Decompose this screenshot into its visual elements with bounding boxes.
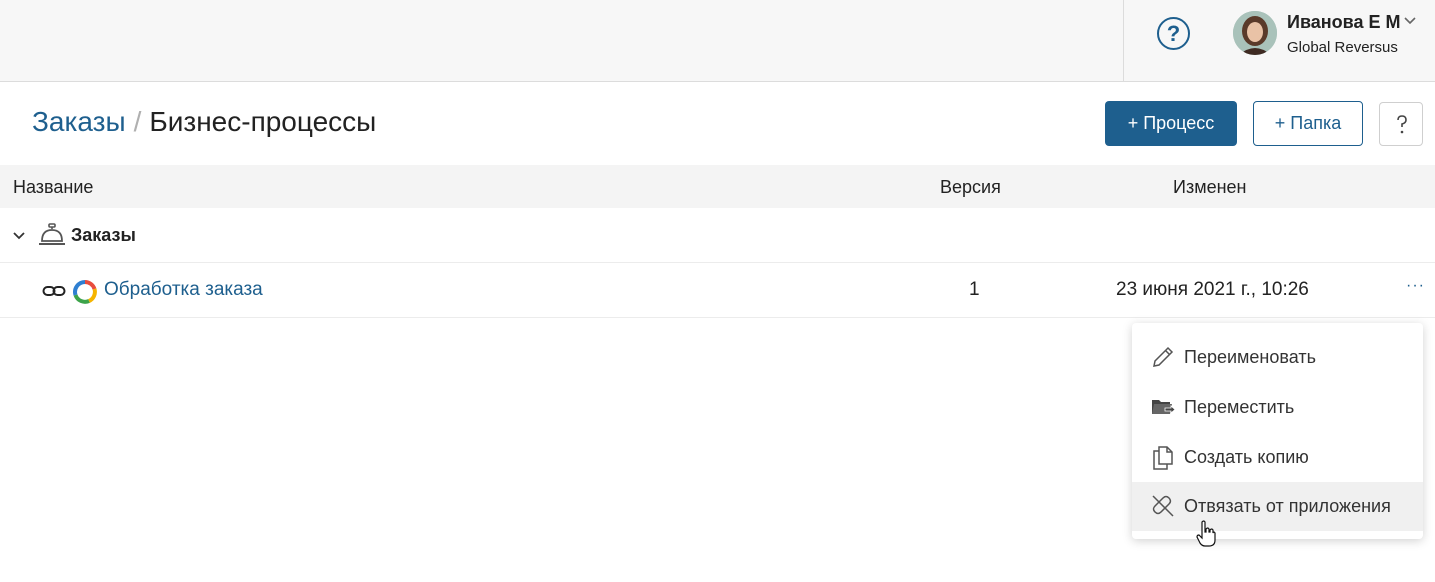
menu-item-label: Создать копию [1184,447,1309,467]
topbar-divider [1123,0,1124,82]
menu-item-move[interactable]: Переместить [1132,383,1423,432]
hand-cursor-icon [1196,520,1216,547]
breadcrumb-parent[interactable]: Заказы [32,106,126,137]
menu-item-copy[interactable]: Создать копию [1132,433,1423,482]
breadcrumb: Заказы / Бизнес-процессы [32,106,376,138]
unlink-icon [1152,495,1174,517]
breadcrumb-separator: / [133,106,142,137]
copy-icon [1153,446,1173,470]
menu-item-label: Переименовать [1184,347,1316,367]
menu-item-rename[interactable]: Переименовать [1132,333,1423,382]
group-label: Заказы [71,225,136,245]
user-org: Global Reversus [1287,39,1398,56]
pencil-icon [1153,346,1174,367]
more-actions-button[interactable]: ··· [1406,277,1425,295]
process-modified: 23 июня 2021 г., 10:26 [1116,279,1309,300]
context-menu: Переименовать Переместить Создать копию … [1132,323,1423,539]
question-circle-icon[interactable]: ? [1157,17,1190,50]
folder-move-icon [1152,400,1176,414]
avatar[interactable] [1233,11,1277,55]
menu-item-unlink[interactable]: Отвязать от приложения [1132,482,1423,531]
link-icon [42,286,66,296]
process-ring-icon [73,280,97,304]
help-button[interactable] [1379,102,1423,146]
table-header: Название Версия Изменен [0,165,1435,208]
process-version: 1 [969,279,980,300]
add-folder-button[interactable]: + Папка [1253,101,1363,146]
chevron-down-icon[interactable] [1403,14,1417,28]
chevron-down-icon[interactable] [11,228,27,244]
add-process-button[interactable]: + Процесс [1105,101,1237,146]
user-name[interactable]: Иванова Е М [1287,12,1400,33]
table-row[interactable]: Обработка заказа 1 23 июня 2021 г., 10:2… [0,263,1435,318]
menu-item-label: Отвязать от приложения [1184,496,1391,516]
column-modified-header[interactable]: Изменен [1173,177,1246,198]
column-name-header[interactable]: Название [13,177,93,198]
column-version-header[interactable]: Версия [940,177,1001,198]
page-title: Бизнес-процессы [149,106,377,137]
top-bar: ? Иванова Е М Global Reversus [0,0,1435,82]
group-row[interactable]: Заказы [0,208,1435,263]
process-name-link[interactable]: Обработка заказа [104,279,263,301]
service-bell-icon [39,223,65,245]
menu-item-label: Переместить [1184,397,1295,417]
question-small-icon [1397,115,1407,134]
